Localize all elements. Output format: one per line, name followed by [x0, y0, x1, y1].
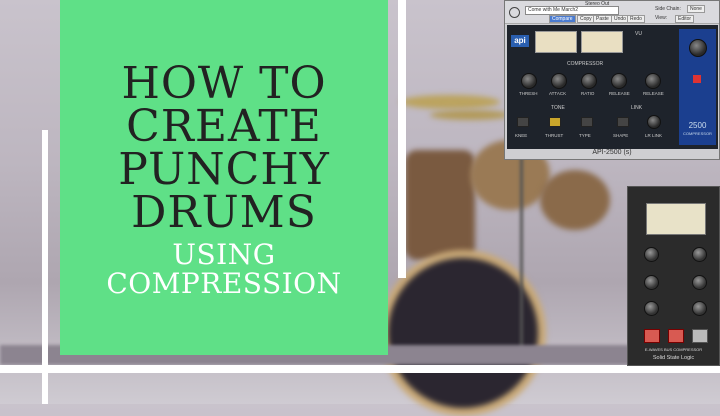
frame-line-right-vertical — [398, 0, 406, 278]
fade-knob[interactable] — [692, 301, 707, 316]
type-switch[interactable] — [581, 117, 593, 127]
output-knob[interactable] — [689, 39, 707, 57]
plugin-panel: api VU COMPRESSOR THRESH ATTACK RATIO RE… — [507, 25, 718, 149]
plugin-footer: API-2500 (s) — [592, 149, 632, 156]
side-chain-label: Side Chain: — [655, 6, 681, 12]
knob-label: RELEASE — [643, 91, 664, 96]
bottom-label: TYPE — [579, 133, 591, 138]
title-line: PUNCHY — [118, 144, 330, 195]
plugin-header: Stereo Out Come with Me March2 Compare C… — [505, 1, 719, 24]
release-knob[interactable] — [611, 73, 627, 89]
lr-link-knob[interactable] — [647, 115, 661, 129]
brand-label: Solid State Logic — [652, 355, 695, 361]
view-select[interactable]: Editor — [675, 15, 695, 23]
knee-switch[interactable] — [517, 117, 529, 127]
shape-switch[interactable] — [617, 117, 629, 127]
in-button[interactable] — [644, 329, 660, 343]
side-chain-select[interactable]: None — [687, 5, 705, 13]
title-panel: HOW TO CREATE PUNCHY DRUMS USING COMPRES… — [60, 0, 388, 355]
release-knob-2[interactable] — [645, 73, 661, 89]
preset-dropdown[interactable]: Come with Me March2 — [525, 6, 619, 15]
cymbal-right — [430, 110, 510, 120]
title-line: CREATE — [126, 101, 322, 152]
title-line: DRUMS — [131, 187, 317, 238]
redo-button[interactable]: Redo — [627, 15, 645, 23]
tone-section-label: TONE — [551, 105, 565, 111]
knob-label: RELEASE — [609, 91, 630, 96]
subtitle-line: COMPRESSION — [106, 267, 342, 300]
meter-button[interactable] — [692, 329, 708, 343]
view-label: View: — [655, 15, 668, 21]
release-knob[interactable] — [692, 275, 707, 290]
compare-button[interactable]: Compare — [549, 15, 576, 23]
compressor-section-label: COMPRESSOR — [567, 61, 604, 67]
api-2500-plugin-window: Stereo Out Come with Me March2 Compare C… — [504, 0, 720, 160]
power-icon[interactable] — [509, 7, 520, 18]
floor-tom — [405, 150, 475, 260]
knob-label: THRESH — [519, 91, 538, 96]
brand-logo: api — [511, 35, 529, 47]
makeup-knob[interactable] — [692, 247, 707, 262]
frame-line-bottom-horizontal — [0, 365, 720, 373]
cymbal-left — [400, 95, 500, 109]
attack-knob[interactable] — [551, 73, 567, 89]
output-led — [693, 75, 701, 83]
paste-button[interactable]: Paste — [593, 15, 612, 23]
ratio-knob[interactable] — [581, 73, 597, 89]
frame-line-left-vertical — [42, 130, 48, 404]
bottom-label: THRUST — [545, 133, 564, 138]
link-section-label: LINK — [631, 105, 643, 111]
vu-meter-left — [535, 31, 577, 53]
video-title: HOW TO CREATE PUNCHY DRUMS — [60, 58, 388, 238]
model-label: E-WAVES BUS COMPRESSOR — [644, 347, 703, 352]
model-text: COMPRESSOR — [683, 131, 712, 136]
ssl-bus-compressor-window: E-WAVES BUS COMPRESSOR Solid State Logic — [627, 186, 720, 366]
ratio-knob[interactable] — [644, 301, 659, 316]
thresh-knob[interactable] — [521, 73, 537, 89]
subtitle-line: USING — [172, 238, 276, 271]
bottom-label: KNEE — [515, 133, 528, 138]
gain-reduction-meter — [646, 203, 706, 235]
thrust-switch[interactable] — [549, 117, 561, 127]
attack-knob[interactable] — [644, 275, 659, 290]
snare-drum — [540, 170, 610, 230]
model-number: 2500 — [688, 121, 707, 130]
output-panel: 2500 COMPRESSOR — [679, 29, 716, 145]
threshold-knob[interactable] — [644, 247, 659, 262]
video-subtitle: USING COMPRESSION — [60, 240, 388, 298]
vu-meter-right — [581, 31, 623, 53]
vu-label: VU — [635, 31, 642, 37]
knob-label: ATTACK — [549, 91, 567, 96]
analog-button[interactable] — [668, 329, 684, 343]
knob-label: RATIO — [581, 91, 595, 96]
title-line: HOW TO — [121, 58, 327, 109]
bottom-label: LR LINK — [645, 133, 663, 138]
bottom-label: SHAPE — [613, 133, 629, 138]
